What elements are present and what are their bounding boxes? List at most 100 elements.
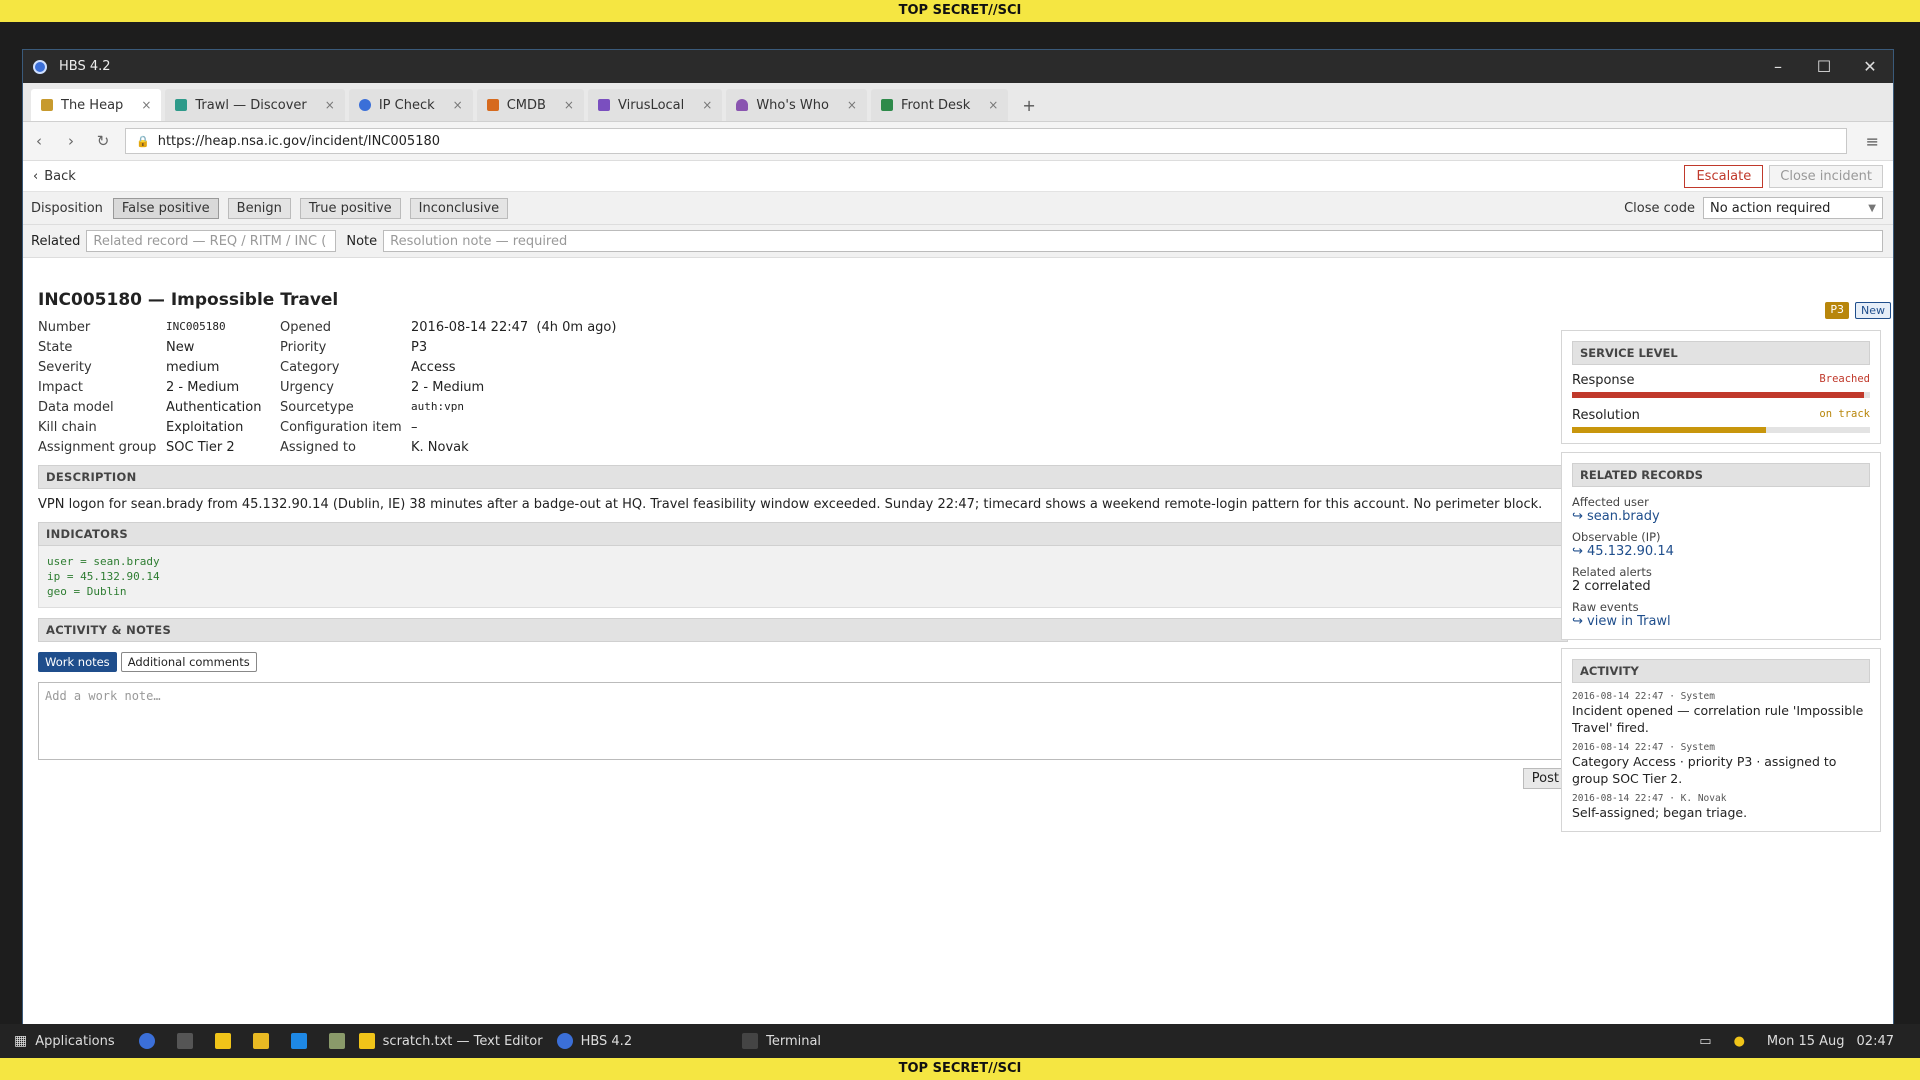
tab-close-icon[interactable]: ×: [554, 98, 574, 112]
field-label: Data model: [38, 400, 114, 415]
close-window-icon[interactable]: ✕: [1847, 57, 1893, 76]
tab-cmdb[interactable]: CMDB ×: [476, 89, 584, 121]
browser-menu-icon[interactable]: ≡: [1866, 132, 1879, 151]
applications-menu[interactable]: ▦ Applications: [14, 1033, 115, 1049]
field-label: State: [38, 340, 73, 355]
indicators-header: INDICATORS: [38, 522, 1568, 546]
person-icon: [736, 99, 749, 111]
tab-additional-comments[interactable]: Additional comments: [120, 652, 257, 672]
tab-close-icon[interactable]: ×: [837, 98, 857, 112]
tab-viruslocal[interactable]: VirusLocal ×: [587, 89, 723, 121]
app-launcher-icon[interactable]: [290, 1033, 307, 1049]
disposition-false-positive[interactable]: False positive: [112, 197, 219, 219]
close-code-label: Close code: [1624, 200, 1695, 216]
severity-value: medium: [166, 360, 220, 375]
tab-bar: The Heap × Trawl — Discover × IP Check ×…: [23, 83, 1893, 122]
tab-front-desk[interactable]: Front Desk ×: [870, 89, 1009, 121]
tab-work-notes[interactable]: Work notes: [38, 652, 117, 672]
field-value: P3: [411, 340, 428, 355]
display-icon[interactable]: ▭: [1699, 1034, 1711, 1049]
tab-close-icon[interactable]: ×: [443, 98, 463, 112]
sla-label: Response: [1572, 373, 1635, 388]
tab-label: VirusLocal: [617, 97, 685, 113]
activity-notes-header: ACTIVITY & NOTES: [38, 618, 1568, 642]
editor-launcher-icon[interactable]: [214, 1033, 231, 1049]
lock-icon: 🔒: [136, 134, 150, 148]
escalate-button[interactable]: Escalate: [1684, 164, 1764, 188]
indicator-line: user = sean.brady: [47, 555, 160, 568]
observable-label: Observable (IP): [1572, 530, 1661, 544]
field-label: Number: [38, 320, 91, 335]
tab-label: Trawl — Discover: [195, 97, 307, 113]
tab-whos-who[interactable]: Who's Who ×: [726, 89, 867, 121]
incident-fields: Number INC005180 Opened 2016-08-14 22:47…: [38, 320, 1568, 455]
notification-icon[interactable]: ●: [1734, 1034, 1745, 1049]
forward-nav-icon[interactable]: ›: [55, 132, 87, 150]
new-tab-button[interactable]: +: [1012, 89, 1045, 121]
service-level-card: SERVICE LEVEL Response Breached Resoluti…: [1561, 330, 1881, 444]
sla-resolution-bar: [1572, 427, 1870, 433]
maximize-icon[interactable]: ☐: [1801, 57, 1847, 76]
disposition-benign[interactable]: Benign: [227, 197, 291, 219]
related-record-placeholder: Related record — REQ / RITM / INC (: [93, 233, 327, 249]
related-alerts-label: Related alerts: [1572, 565, 1652, 579]
work-note-textarea[interactable]: Add a work note…: [38, 682, 1568, 760]
tab-close-icon[interactable]: ×: [692, 98, 712, 112]
related-record-input[interactable]: Related record — REQ / RITM / INC (: [86, 230, 337, 252]
action-bar: ‹ Back Escalate Close incident: [23, 161, 1893, 192]
activity-text: Category Access · priority P3 · assigned…: [1572, 754, 1837, 786]
observable-link[interactable]: ↪ 45.132.90.14: [1572, 544, 1870, 559]
back-nav-icon[interactable]: ‹: [23, 132, 55, 150]
close-code-value: No action required: [1710, 200, 1831, 216]
field-label: Assignment group: [38, 440, 157, 455]
window-titlebar: HBS 4.2 – ☐ ✕: [23, 50, 1893, 83]
tab-close-icon[interactable]: ×: [315, 98, 335, 112]
taskbar-hbs[interactable]: HBS 4.2: [556, 1033, 633, 1049]
url-bar[interactable]: 🔒 https://heap.nsa.ic.gov/incident/INC00…: [125, 128, 1847, 154]
browser-launcher-icon[interactable]: [138, 1033, 155, 1049]
related-alerts-value: 2 correlated: [1572, 579, 1651, 594]
field-value: K. Novak: [411, 440, 469, 455]
sla-status: on track: [1819, 408, 1870, 420]
tab-label: CMDB: [506, 97, 546, 113]
resolution-note-input[interactable]: Resolution note — required: [383, 230, 1884, 252]
tab-trawl[interactable]: Trawl — Discover ×: [165, 89, 345, 121]
field-label: Opened: [280, 320, 331, 335]
state-badge: New: [1855, 302, 1891, 319]
taskbar-hbs-label: HBS 4.2: [580, 1033, 633, 1049]
tab-close-icon[interactable]: ×: [131, 98, 151, 112]
disposition-true-positive[interactable]: True positive: [299, 197, 401, 219]
tab-close-icon[interactable]: ×: [978, 98, 998, 112]
trawl-icon: [175, 99, 188, 111]
related-bar: Related Related record — REQ / RITM / IN…: [23, 225, 1893, 258]
files-launcher-icon[interactable]: [328, 1033, 345, 1049]
close-code-select[interactable]: No action required ▼: [1703, 197, 1883, 219]
related-records-card: RELATED RECORDS Affected user ↪ sean.bra…: [1561, 452, 1881, 640]
close-incident-button[interactable]: Close incident: [1769, 164, 1883, 188]
activity-meta: 2016-08-14 22:47 · System: [1572, 742, 1715, 753]
field-value: SOC Tier 2: [166, 440, 235, 455]
field-label: Category: [280, 360, 340, 375]
affected-user-label: Affected user: [1572, 495, 1649, 509]
disposition-inconclusive[interactable]: Inconclusive: [409, 197, 509, 219]
field-label: Priority: [280, 340, 327, 355]
terminal-launcher-icon[interactable]: [176, 1033, 193, 1049]
view-in-trawl-link[interactable]: ↪ view in Trawl: [1572, 614, 1870, 629]
taskbar-terminal[interactable]: Terminal: [742, 1033, 821, 1049]
folder-launcher-icon[interactable]: [252, 1033, 269, 1049]
database-icon: [486, 99, 499, 111]
taskbar-editor[interactable]: scratch.txt — Text Editor: [358, 1033, 543, 1049]
field-value: New: [166, 340, 195, 355]
minimize-icon[interactable]: –: [1755, 57, 1801, 76]
tab-ip-check[interactable]: IP Check ×: [348, 89, 473, 121]
indicators-block: user = sean.brady ip = 45.132.90.14 geo …: [38, 546, 1568, 608]
affected-user-link[interactable]: ↪ sean.brady: [1572, 509, 1870, 524]
text-editor-icon: [358, 1033, 375, 1049]
field-value: 2 - Medium: [166, 380, 240, 395]
tab-the-heap[interactable]: The Heap ×: [31, 89, 162, 121]
chevron-down-icon: ▼: [1868, 202, 1876, 214]
incident-title: INC005180 — Impossible Travel: [38, 290, 339, 310]
sla-label: Resolution: [1572, 408, 1640, 423]
back-link[interactable]: ‹ Back: [33, 169, 76, 184]
reload-icon[interactable]: ↻: [87, 132, 119, 150]
